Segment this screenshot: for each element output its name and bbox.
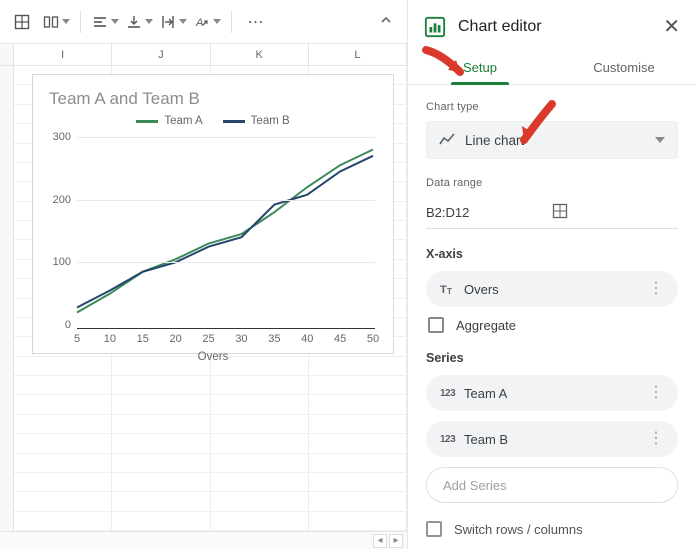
horizontal-scrollbar[interactable]: ◂ ▸	[0, 531, 407, 549]
col-header[interactable]: I	[14, 44, 112, 65]
chart-type-label: Chart type	[426, 101, 678, 113]
series-section-title: Series	[426, 351, 678, 365]
aggregate-checkbox[interactable]	[428, 317, 444, 333]
collapse-toolbar-button[interactable]	[379, 13, 393, 30]
number-type-icon: 123	[440, 434, 464, 445]
number-type-icon: 123	[440, 388, 464, 399]
spreadsheet-grid[interactable]: Team A and Team B Team A Team B 01002003…	[0, 66, 407, 531]
scroll-right-button[interactable]: ▸	[389, 534, 403, 548]
merge-cells-button[interactable]	[42, 9, 70, 35]
sidebar-title: Chart editor	[458, 18, 542, 36]
chart-editor-sidebar: Chart editor ✕ Setup Customise Chart typ…	[408, 0, 696, 549]
svg-text:T: T	[440, 284, 447, 296]
text-rotation-button[interactable]: A	[193, 9, 221, 35]
xaxis-section-title: X-axis	[426, 247, 678, 261]
chart-plot-area: 01002003005101520253035404550	[49, 133, 379, 329]
more-toolbar-button[interactable]: ⋯	[242, 9, 270, 35]
embedded-chart[interactable]: Team A and Team B Team A Team B 01002003…	[32, 74, 394, 354]
borders-button[interactable]	[8, 9, 36, 35]
col-header[interactable]: L	[309, 44, 407, 65]
horizontal-align-button[interactable]	[91, 9, 119, 35]
text-type-icon: TT	[440, 281, 464, 297]
scroll-left-button[interactable]: ◂	[373, 534, 387, 548]
col-header[interactable]: J	[112, 44, 210, 65]
chart-editor-icon	[424, 16, 446, 38]
chart-x-axis-label: Overs	[49, 351, 377, 363]
xaxis-field-pill[interactable]: TT Overs ⋮	[426, 271, 678, 307]
sidebar-tabs: Setup Customise	[408, 50, 696, 85]
chart-title: Team A and Team B	[49, 89, 377, 109]
switch-rows-label: Switch rows / columns	[454, 522, 583, 537]
line-chart-icon	[439, 132, 455, 148]
svg-text:A: A	[195, 17, 203, 29]
tab-setup[interactable]: Setup	[408, 50, 552, 84]
svg-text:T: T	[447, 287, 452, 296]
xaxis-more-button[interactable]: ⋮	[644, 287, 668, 292]
switch-rows-checkbox[interactable]	[426, 521, 442, 537]
add-series-button[interactable]: Add Series	[426, 467, 678, 503]
aggregate-label: Aggregate	[456, 318, 516, 333]
series-pill[interactable]: 123 Team B ⋮	[426, 421, 678, 457]
chart-legend: Team A Team B	[49, 115, 377, 127]
series-more-button[interactable]: ⋮	[644, 437, 668, 442]
close-sidebar-button[interactable]: ✕	[663, 17, 680, 37]
data-range-label: Data range	[426, 177, 678, 189]
chart-type-dropdown[interactable]: Line chart	[426, 121, 678, 159]
series-more-button[interactable]: ⋮	[644, 391, 668, 396]
text-wrap-button[interactable]	[159, 9, 187, 35]
data-range-value[interactable]: B2:D12	[426, 205, 552, 220]
select-range-button[interactable]	[552, 203, 678, 222]
col-header[interactable]: K	[211, 44, 309, 65]
chevron-down-icon	[655, 137, 665, 143]
tab-customise[interactable]: Customise	[552, 50, 696, 84]
vertical-align-button[interactable]	[125, 9, 153, 35]
toolbar: A ⋯	[0, 0, 407, 44]
column-headers: I J K L	[0, 44, 407, 66]
series-pill[interactable]: 123 Team A ⋮	[426, 375, 678, 411]
